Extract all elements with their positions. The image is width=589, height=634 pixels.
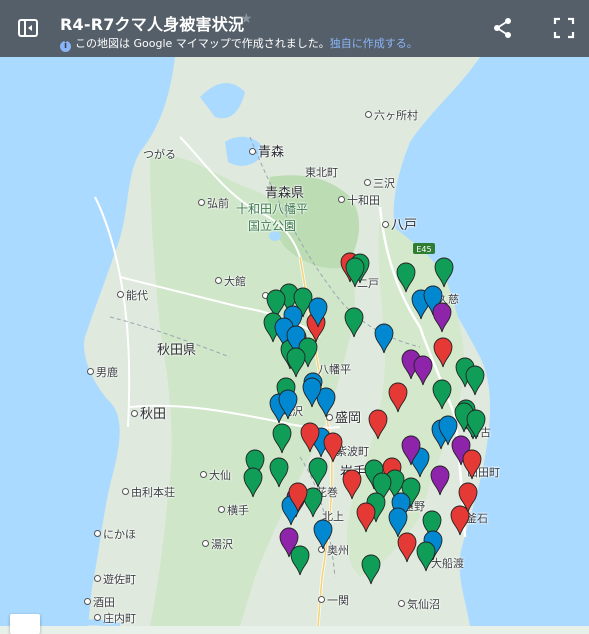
incident-marker-purple[interactable] <box>432 302 452 333</box>
incident-marker-red[interactable] <box>356 502 376 533</box>
incident-marker-green[interactable] <box>290 545 310 576</box>
incident-marker-green[interactable] <box>243 467 263 498</box>
incident-marker-green[interactable] <box>465 365 485 396</box>
incident-marker-red[interactable] <box>450 505 470 536</box>
star-icon[interactable]: ★ <box>240 11 253 27</box>
incident-marker-red[interactable] <box>323 432 343 463</box>
incident-marker-red[interactable] <box>433 337 453 368</box>
incident-marker-purple[interactable] <box>430 465 450 496</box>
share-icon[interactable] <box>489 14 517 42</box>
info-icon: i <box>60 41 71 52</box>
incident-marker-green[interactable] <box>308 457 328 488</box>
incident-marker-green[interactable] <box>345 257 365 288</box>
map-header: R4-R7クマ人身被害状況 ★ i この地図は Google マイマップで作成され… <box>0 0 589 57</box>
incident-marker-red[interactable] <box>388 382 408 413</box>
incident-marker-green[interactable] <box>361 554 381 585</box>
incident-marker-red[interactable] <box>397 532 417 563</box>
notice-text: この地図は Google マイマップで作成されました。 <box>75 37 330 50</box>
incident-marker-purple[interactable] <box>413 355 433 386</box>
incident-marker-green[interactable] <box>416 541 436 572</box>
incident-marker-green[interactable] <box>396 262 416 293</box>
map-title: R4-R7クマ人身被害状況 <box>60 15 245 34</box>
marker-layer <box>243 252 486 585</box>
incident-marker-blue[interactable] <box>388 507 408 538</box>
map-canvas[interactable]: E45 六ヶ所村 青森 つがる 東北町 三沢 青森県 弘前 十和田 十和田八幡平 国立公園 八戸大… <box>0 57 589 626</box>
incident-marker-green[interactable] <box>466 409 486 440</box>
fullscreen-icon[interactable] <box>550 14 578 42</box>
incident-marker-green[interactable] <box>432 379 452 410</box>
incident-marker-red[interactable] <box>342 469 362 500</box>
create-own-link[interactable]: 独自に作成する。 <box>330 37 418 50</box>
zoom-control[interactable] <box>10 614 40 634</box>
incident-marker-green[interactable] <box>269 457 289 488</box>
incident-marker-blue[interactable] <box>313 519 333 550</box>
incident-marker-green[interactable] <box>344 307 364 338</box>
incident-marker-green[interactable] <box>272 423 292 454</box>
notice-line: i この地図は Google マイマップで作成されました。独自に作成する。 <box>60 35 418 52</box>
toggle-legend-icon[interactable] <box>14 14 42 42</box>
incident-marker-red[interactable] <box>462 449 482 480</box>
incident-marker-blue[interactable] <box>374 323 394 354</box>
incident-marker-red[interactable] <box>368 409 388 440</box>
incident-marker-green[interactable] <box>434 257 454 288</box>
incident-marker-green[interactable] <box>286 347 306 378</box>
